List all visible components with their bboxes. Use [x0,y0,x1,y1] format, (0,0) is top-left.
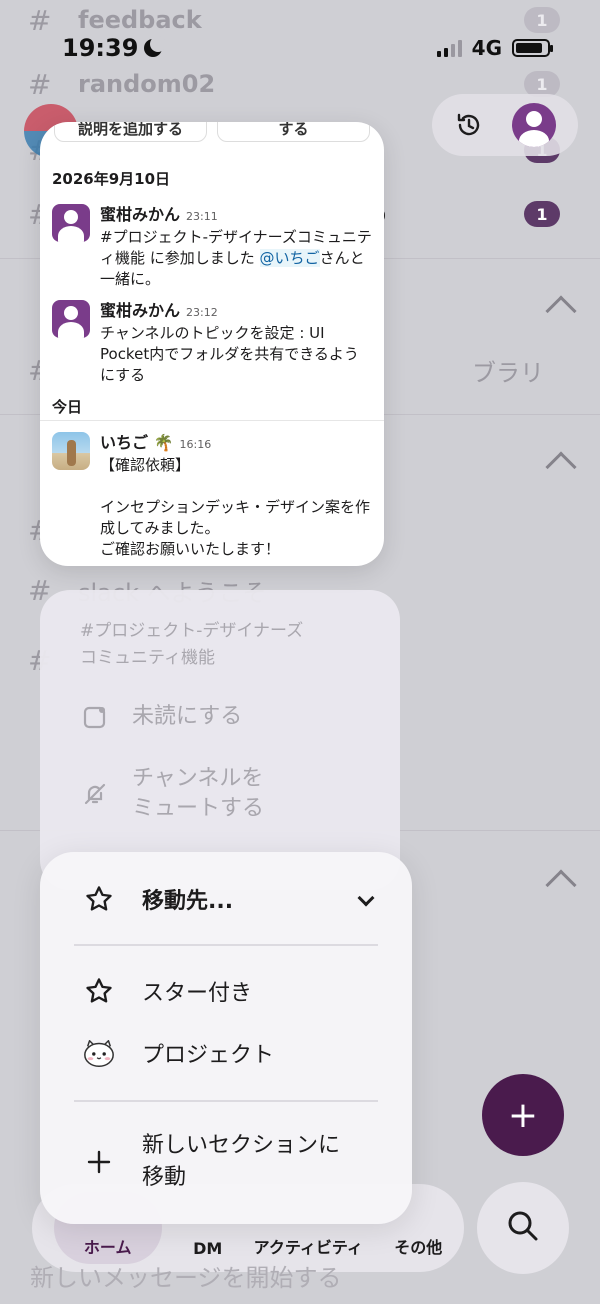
star-icon [82,974,116,1008]
starred-label: スター付き [142,981,253,1006]
menu-channel-title: #プロジェクト-デザイナーズ コミュニティ機能 [80,621,304,668]
chevron-down-icon[interactable] [357,889,375,907]
search-button[interactable] [477,1182,569,1274]
move-to-submenu: 移動先... スター付き プロジェクト 新しいセクションに 移動 [40,852,412,1224]
add-description-button[interactable]: 説明を追加する [54,122,207,142]
new-section-item[interactable]: 新しいセクションに 移動 [82,1130,340,1194]
mute-channel-item[interactable]: チャンネルを ミュートする [82,764,264,824]
message-text: #プロジェクト-デザイナーズコミュニティ機能 に参加しました @いちごさんと一緒… [100,228,372,288]
signal-icon [436,39,462,57]
move-to-item[interactable]: 移動先... [82,882,233,916]
battery-icon [512,39,553,57]
new-section-label-line2: 移動 [142,1165,187,1190]
moon-icon [144,36,167,57]
message-author: 蜜柑みかん [100,301,181,320]
section-project-item[interactable]: プロジェクト [82,1036,274,1070]
star-icon [82,882,116,916]
preview-top-buttons: 説明を追加する する [54,122,370,142]
new-message-hint: 新しいメッセージを開始する [30,1264,342,1292]
message-time: 23:11 [186,210,218,223]
message-item: 蜜柑みかん 23:12 チャンネルのトピックを設定 : UI Pocket内でフ… [52,300,372,386]
top-actions-pill [432,94,578,156]
avatar [52,300,90,338]
compose-button[interactable]: + [482,1074,564,1156]
date-header: 2026年9月10日 [52,170,171,188]
history-icon[interactable] [454,110,484,140]
message-text: チャンネルのトピックを設定 : UI Pocket内でフォルダを共有できるように… [100,324,359,384]
message-author: いちご 🌴 [100,433,174,452]
profile-avatar[interactable] [512,103,556,147]
new-section-label-line1: 新しいセクションに [142,1133,341,1158]
message-text: インセプションデッキ・デザイン案を作成してみました。 [100,498,371,537]
menu-separator [74,944,378,946]
message-item: いちご 🌴 16:16 【確認依頼】 インセプションデッキ・デザイン案を作成して… [52,432,372,560]
date-divider [40,420,384,421]
mark-unread-icon [82,704,108,730]
message-text: 【確認依頼】 [100,456,191,474]
status-time: 19:39 [62,34,139,62]
user-mention[interactable]: @いちご [259,249,320,267]
message-time: 23:12 [186,306,218,319]
character-icon [82,1036,116,1070]
message-text: ご確認お願いいたします！ [100,540,281,558]
mark-unread-item[interactable]: 未読にする [82,702,242,732]
chevron-up-icon[interactable] [545,869,577,901]
channel-context-menu: #プロジェクト-デザイナーズ コミュニティ機能 未読にする チャンネルを ミュー… [40,590,400,890]
section-starred-item[interactable]: スター付き [82,974,252,1008]
bell-off-icon [82,781,108,807]
status-bar: 19:39 4G [62,30,553,66]
avatar [52,432,90,470]
preview-action-button[interactable]: する [217,122,370,142]
date-header: 今日 [52,398,83,416]
project-label: プロジェクト [142,1043,275,1068]
network-label: 4G [471,36,502,60]
plus-icon [82,1145,116,1179]
chevron-up-icon[interactable] [545,295,577,327]
hash-icon: # [28,67,52,101]
mark-unread-label: 未読にする [132,704,243,729]
search-icon [505,1208,541,1248]
message-item: 蜜柑みかん 23:11 #プロジェクト-デザイナーズコミュニティ機能 に参加しま… [52,204,372,290]
move-to-label: 移動先... [142,889,234,914]
message-time: 16:16 [179,438,212,451]
menu-separator [74,1100,378,1102]
unread-badge: 1 [524,201,560,227]
avatar [52,204,90,242]
chevron-up-icon[interactable] [545,451,577,483]
channel-preview-card: 説明を追加する する 2026年9月10日 蜜柑みかん 23:11 #プロジェク… [40,122,384,566]
mute-label-line2: ミュートする [132,796,265,821]
mute-label-line1: チャンネルを [132,766,264,791]
message-author: 蜜柑みかん [100,205,181,224]
